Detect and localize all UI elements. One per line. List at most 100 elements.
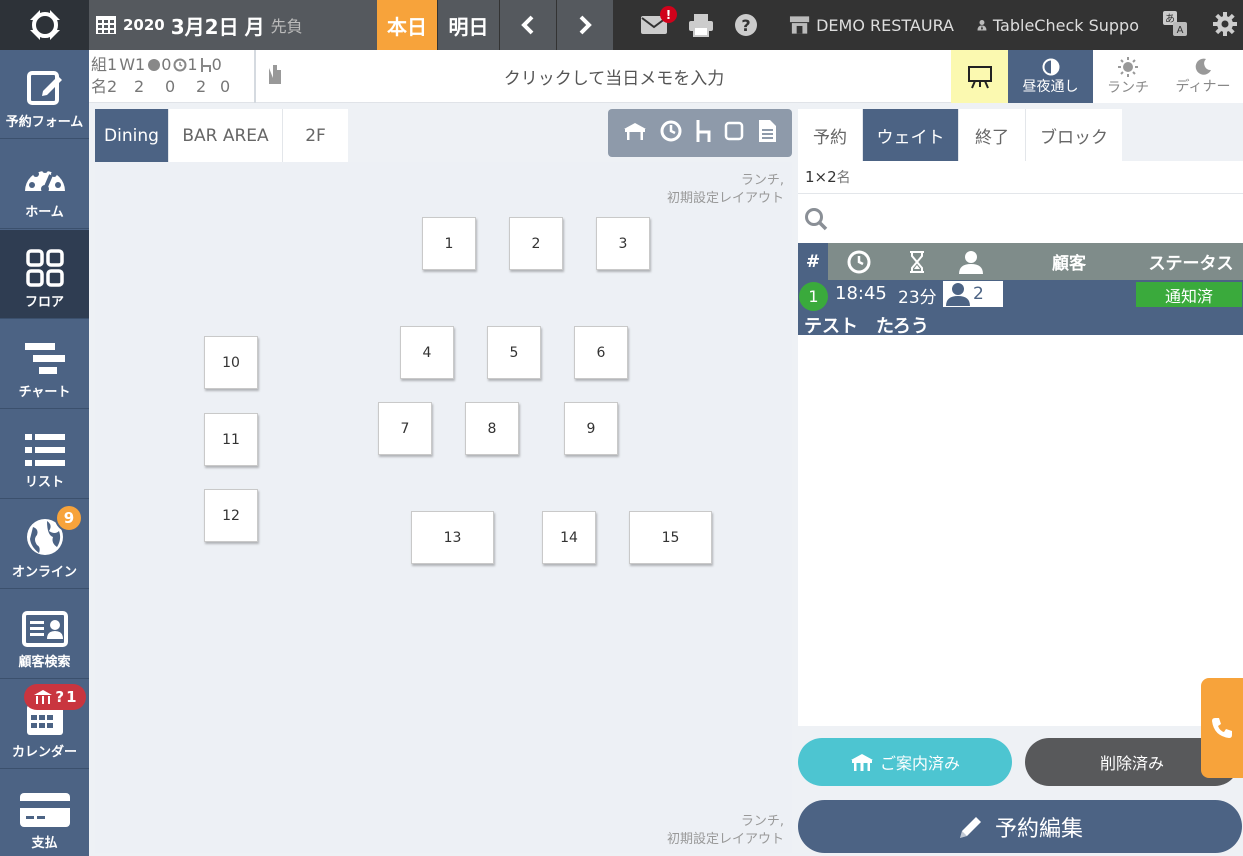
count-total: 1 bbox=[107, 55, 118, 74]
table-9[interactable]: 9 bbox=[564, 402, 618, 455]
board-icon bbox=[967, 65, 992, 88]
tab-dining[interactable]: Dining bbox=[95, 109, 169, 162]
waitlist-panel: 1×2 名 # 顧客 ステータス 1 18:45 23分 2 通知済 テスト た… bbox=[798, 161, 1243, 726]
allday-button[interactable]: 昼夜通し bbox=[1008, 50, 1093, 103]
tab-2f[interactable]: 2F bbox=[283, 109, 348, 162]
square-filter-icon[interactable] bbox=[724, 121, 744, 145]
printer-icon[interactable] bbox=[688, 13, 714, 37]
daily-memo-input[interactable]: クリックして当日メモを入力 bbox=[289, 50, 939, 103]
chevron-right-icon bbox=[579, 15, 592, 35]
phone-tab[interactable] bbox=[1201, 678, 1243, 778]
next-day-button[interactable] bbox=[557, 0, 613, 50]
restaurant-selector[interactable]: DEMO RESTAURA bbox=[789, 0, 954, 50]
sidebar-item-payment[interactable]: 支払 bbox=[0, 770, 89, 856]
col-duration-hourglass-icon[interactable] bbox=[902, 243, 932, 280]
layout-note-bottom: ランチ, 初期設定レイアウト bbox=[667, 813, 784, 849]
tab-bar-area[interactable]: BAR AREA bbox=[169, 109, 283, 162]
mail-icon[interactable]: ! bbox=[640, 6, 677, 36]
row-party-size: 2 bbox=[973, 284, 984, 304]
table-4[interactable]: 4 bbox=[400, 326, 454, 379]
floor-grid-icon bbox=[25, 249, 64, 287]
waitlist-summary: 1×2 名 bbox=[798, 161, 1243, 194]
table-seat-icon bbox=[34, 690, 53, 704]
table-6[interactable]: 6 bbox=[574, 326, 628, 379]
user-menu[interactable]: TableCheck Suppo bbox=[977, 0, 1139, 50]
sidebar-item-reservation-form[interactable]: 予約フォーム bbox=[0, 50, 89, 139]
sidebar-item-home[interactable]: ホーム bbox=[0, 140, 89, 229]
table-13[interactable]: 13 bbox=[411, 511, 494, 564]
sidebar-item-label: 支払 bbox=[31, 836, 58, 851]
groups-label: 組 bbox=[91, 55, 108, 74]
search-icon bbox=[805, 207, 828, 230]
col-time-clock-icon[interactable] bbox=[844, 243, 874, 280]
phone-icon bbox=[1212, 718, 1232, 738]
id-card-icon bbox=[21, 611, 68, 647]
edit-form-icon bbox=[26, 71, 62, 105]
sidebar-item-calendar[interactable]: ? 1 カレンダー bbox=[0, 680, 89, 769]
waitlist-row[interactable]: 1 18:45 23分 2 通知済 テスト たろう bbox=[798, 280, 1243, 337]
blackboard-button[interactable] bbox=[951, 50, 1008, 103]
row-number-badge: 1 bbox=[799, 282, 828, 311]
document-filter-icon[interactable] bbox=[757, 119, 777, 147]
row-status-badge: 通知済 bbox=[1136, 282, 1242, 307]
count-seated: 0 bbox=[211, 55, 222, 74]
people-walkin: 2 bbox=[134, 77, 145, 96]
table-15[interactable]: 15 bbox=[629, 511, 712, 564]
sidebar-item-online[interactable]: 9 オンライン bbox=[0, 500, 89, 589]
seated-label: ご案内済み bbox=[879, 754, 960, 773]
table-10[interactable]: 10 bbox=[204, 336, 258, 389]
tab-finished[interactable]: 終了 bbox=[959, 109, 1026, 161]
edit-reservation-button[interactable]: 予約編集 bbox=[798, 800, 1242, 853]
table-12[interactable]: 12 bbox=[204, 489, 258, 542]
layout-note-period: ランチ, bbox=[740, 814, 784, 829]
tab-blocks[interactable]: ブロック bbox=[1026, 109, 1122, 161]
lunch-button[interactable]: ランチ bbox=[1093, 50, 1163, 103]
sidebar-item-list[interactable]: リスト bbox=[0, 410, 89, 499]
help-icon[interactable]: ? bbox=[734, 13, 758, 37]
tomorrow-button[interactable]: 明日 bbox=[438, 0, 499, 50]
table-8[interactable]: 8 bbox=[465, 402, 519, 455]
table-14[interactable]: 14 bbox=[542, 511, 596, 564]
sidebar: 予約フォーム ホーム フロア チャート リスト 9 オンライン 顧客検索 ? 1… bbox=[0, 50, 89, 856]
table-icon bbox=[850, 754, 873, 771]
settings-gear-icon[interactable] bbox=[1212, 11, 1238, 41]
table-3[interactable]: 3 bbox=[596, 217, 650, 270]
table-5[interactable]: 5 bbox=[487, 326, 541, 379]
sidebar-item-label: 顧客検索 bbox=[18, 655, 71, 670]
clock-filter-icon[interactable] bbox=[660, 120, 682, 146]
prev-day-button[interactable] bbox=[500, 0, 556, 50]
chair-filter-icon[interactable] bbox=[695, 119, 711, 147]
date-selector[interactable]: 2020 3月2日 月 先負 bbox=[89, 0, 377, 50]
people-total: 2 bbox=[107, 77, 118, 96]
col-status[interactable]: ステータス bbox=[1140, 243, 1242, 280]
people-online: 0 bbox=[165, 77, 176, 96]
table-11[interactable]: 11 bbox=[204, 413, 258, 466]
sidebar-item-chart[interactable]: チャート bbox=[0, 320, 89, 409]
sidebar-item-customer-search[interactable]: 顧客検索 bbox=[0, 590, 89, 679]
col-party-user-icon[interactable] bbox=[956, 243, 986, 280]
table-7[interactable]: 7 bbox=[378, 402, 432, 455]
table-2[interactable]: 2 bbox=[509, 217, 563, 270]
col-number: # bbox=[798, 243, 828, 280]
logo[interactable] bbox=[0, 0, 89, 50]
svg-text:A: A bbox=[1177, 25, 1184, 36]
online-count-badge: 9 bbox=[55, 504, 83, 532]
sidebar-item-label: フロア bbox=[24, 295, 64, 310]
tab-reservations[interactable]: 予約 bbox=[798, 109, 863, 161]
table-filter-icon[interactable] bbox=[623, 121, 647, 145]
search-input[interactable] bbox=[838, 209, 1218, 228]
dinner-button[interactable]: ディナー bbox=[1163, 50, 1243, 103]
table-1[interactable]: 1 bbox=[422, 217, 476, 270]
reservation-tabs: 予約 ウェイト 終了 ブロック bbox=[798, 109, 1122, 161]
col-customer[interactable]: 顧客 bbox=[1038, 243, 1100, 280]
today-button[interactable]: 本日 bbox=[377, 0, 437, 50]
sun-icon bbox=[1118, 56, 1138, 77]
sidebar-item-floor[interactable]: フロア bbox=[0, 230, 89, 319]
half-circle-icon bbox=[1042, 58, 1059, 75]
seated-button[interactable]: ご案内済み bbox=[798, 738, 1012, 786]
language-icon[interactable]: あA bbox=[1162, 10, 1188, 42]
walkin-label: W bbox=[119, 55, 136, 74]
tab-waitlist[interactable]: ウェイト bbox=[863, 109, 959, 161]
list-icon bbox=[24, 434, 65, 466]
credit-card-icon bbox=[19, 793, 70, 827]
